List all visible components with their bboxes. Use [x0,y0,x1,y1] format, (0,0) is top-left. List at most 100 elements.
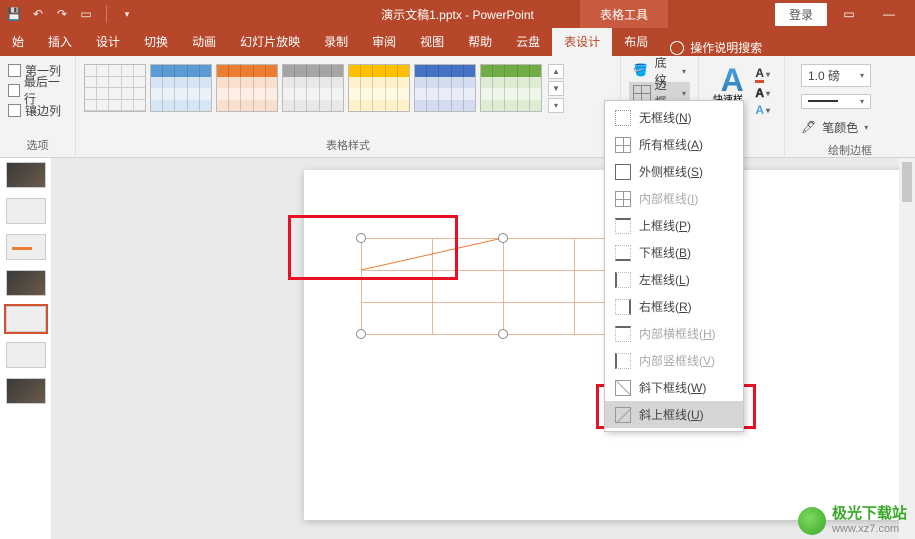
border-type-icon [615,380,631,396]
title-bar: 💾 ↶ ↷ ▭ ▾ 演示文稿1.pptx - PowerPoint 表格工具 登… [0,0,915,28]
start-from-beginning-icon[interactable]: ▭ [78,6,94,22]
border-menu-item: 内部框线(I) [605,185,743,212]
border-type-icon [615,137,631,153]
pen-weight-dropdown[interactable]: 1.0 磅▾ [801,64,871,87]
resize-handle[interactable] [356,329,366,339]
login-button[interactable]: 登录 [775,3,827,26]
workspace [0,158,915,539]
table-style-swatch[interactable] [480,64,542,112]
border-icon [633,85,651,101]
table-style-swatch[interactable] [84,64,146,112]
tab-录制[interactable]: 录制 [312,27,360,56]
tab-动画[interactable]: 动画 [180,27,228,56]
tab-设计[interactable]: 设计 [84,27,132,56]
gallery-scroll[interactable]: ▲ ▼ ▾ [548,64,564,113]
border-type-icon [615,272,631,288]
slide-thumbnail[interactable] [6,378,46,404]
slide-canvas[interactable] [52,158,915,539]
redo-icon[interactable]: ↷ [54,6,70,22]
tab-始[interactable]: 始 [0,27,36,56]
slide-thumbnail[interactable] [6,342,46,368]
banded-columns-checkbox[interactable]: 镶边列 [8,100,67,120]
quick-styles-icon[interactable]: A [721,64,744,96]
slide-thumbnail[interactable] [6,306,46,332]
slide-thumbnail[interactable] [6,234,46,260]
table-style-swatch[interactable] [150,64,212,112]
border-type-icon [615,299,631,315]
table-styles-group: ▲ ▼ ▾ 表格样式 [76,56,621,157]
table-style-swatch[interactable] [282,64,344,112]
chevron-down-icon: ▾ [682,89,686,98]
slide-thumbnails-panel[interactable] [0,158,52,539]
border-menu-item[interactable]: 所有框线(A) [605,131,743,158]
border-type-icon [615,245,631,261]
text-effects-button[interactable]: A▾ [755,103,770,117]
minimize-icon[interactable]: — [871,4,907,24]
draw-borders-group: 1.0 磅▾ ▾ 🖊笔颜色▾ 绘制边框 [785,56,915,157]
border-type-icon [615,353,631,369]
watermark-logo-icon [798,507,826,535]
border-type-icon [615,110,631,126]
qat-customize-icon[interactable]: ▾ [119,6,135,22]
border-type-icon [615,326,631,342]
document-title: 演示文稿1.pptx - PowerPoint [381,6,534,23]
border-menu-item[interactable]: 右框线(R) [605,293,743,320]
table-style-swatch[interactable] [216,64,278,112]
slide-thumbnail[interactable] [6,198,46,224]
table-styles-gallery[interactable]: ▲ ▼ ▾ [84,60,612,113]
resize-handle[interactable] [356,233,366,243]
save-icon[interactable]: 💾 [6,6,22,22]
contextual-tab-label: 表格工具 [580,0,668,28]
border-menu-item[interactable]: 上框线(P) [605,212,743,239]
text-outline-button[interactable]: A▾ [755,86,770,100]
tab-布局[interactable]: 布局 [612,27,660,56]
border-menu-item: 内部横框线(H) [605,320,743,347]
border-menu-item: 内部竖框线(V) [605,347,743,374]
border-menu-item[interactable]: 下框线(B) [605,239,743,266]
border-menu-item[interactable]: 斜上框线(U) [605,401,743,428]
pen-icon: 🖊 [801,120,816,134]
pen-style-dropdown[interactable]: ▾ [801,94,871,109]
tab-审阅[interactable]: 审阅 [360,27,408,56]
lightbulb-icon [670,41,684,55]
group-label: 表格样式 [84,137,612,155]
vertical-scrollbar[interactable] [899,158,915,539]
quick-access-toolbar: 💾 ↶ ↷ ▭ ▾ [0,5,141,23]
resize-handle[interactable] [498,329,508,339]
text-fill-button[interactable]: A▾ [755,66,770,83]
tab-视图[interactable]: 视图 [408,27,456,56]
tab-帮助[interactable]: 帮助 [456,27,504,56]
slide-thumbnail[interactable] [6,162,46,188]
slide-thumbnail[interactable] [6,270,46,296]
border-menu-item[interactable]: 左框线(L) [605,266,743,293]
border-type-icon [615,218,631,234]
undo-icon[interactable]: ↶ [30,6,46,22]
down-arrow-icon: ▼ [548,81,564,96]
table-style-swatch[interactable] [348,64,410,112]
tab-云盘[interactable]: 云盘 [504,27,552,56]
pen-color-button[interactable]: 🖊笔颜色▾ [801,116,899,138]
group-label: 选项 [8,137,67,155]
border-menu-item[interactable]: 外侧框线(S) [605,158,743,185]
tab-幻灯片放映[interactable]: 幻灯片放映 [228,27,312,56]
tab-表设计[interactable]: 表设计 [552,27,612,56]
border-type-icon [615,191,631,207]
ribbon: 第一列 最后一行 镶边列 选项 ▲▼▾ 表格样式 🪣底纹▾ 边框▾ [0,56,915,158]
resize-handle[interactable] [498,233,508,243]
borders-dropdown-menu: 无框线(N)所有框线(A)外侧框线(S)内部框线(I)上框线(P)下框线(B)左… [604,100,744,432]
border-menu-item[interactable]: 无框线(N) [605,104,743,131]
tab-插入[interactable]: 插入 [36,27,84,56]
border-type-icon [615,164,631,180]
last-row-checkbox[interactable]: 最后一行 [8,80,67,100]
chevron-down-icon: ▾ [682,67,686,76]
border-menu-item[interactable]: 斜下框线(W) [605,374,743,401]
paint-bucket-icon: 🪣 [633,63,651,79]
table-style-swatch[interactable] [414,64,476,112]
more-icon: ▾ [548,98,564,113]
border-type-icon [615,407,631,423]
table-style-options-group: 第一列 最后一行 镶边列 选项 [0,56,76,157]
ribbon-display-options-icon[interactable]: ▭ [831,4,867,24]
up-arrow-icon: ▲ [548,64,564,79]
tab-切换[interactable]: 切换 [132,27,180,56]
watermark: 极光下载站 www.xz7.com [798,506,907,535]
